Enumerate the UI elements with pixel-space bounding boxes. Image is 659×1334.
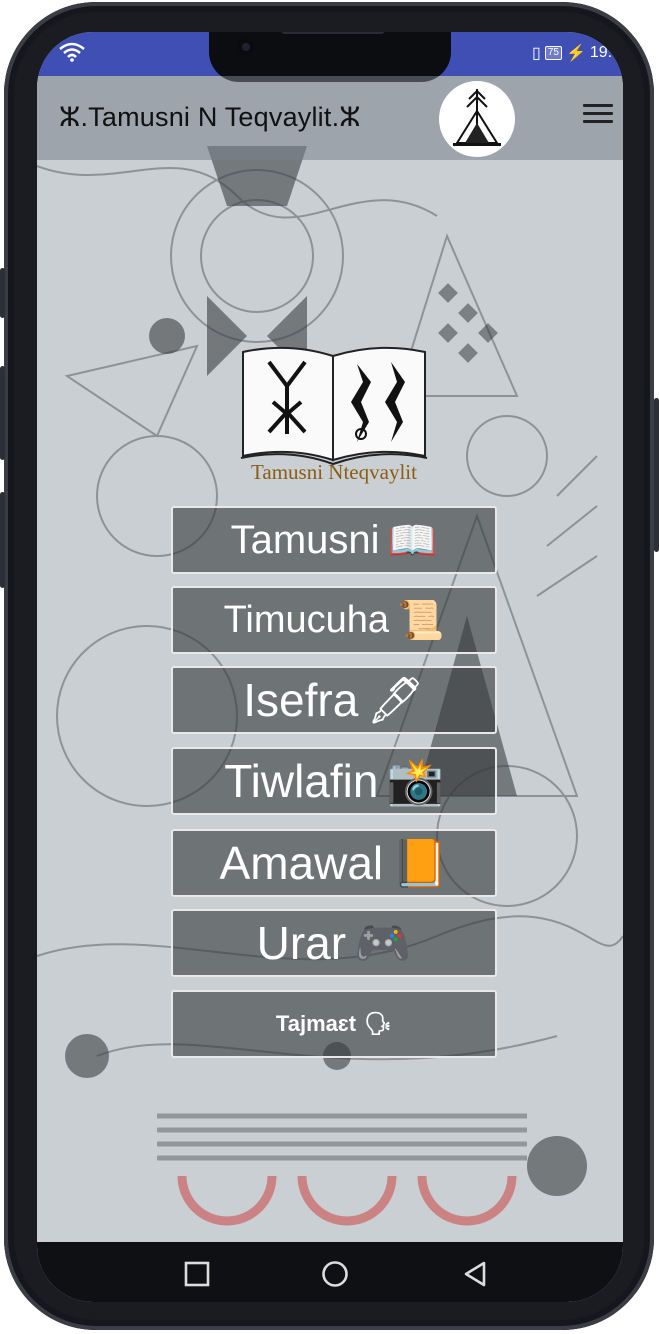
battery-level: 75 [547,47,559,58]
menu-button-label: Tamusni [230,517,380,562]
menu-button-tajmaet[interactable]: Tajmaɛt 🗣 [171,990,497,1058]
volume-up-button [0,268,5,318]
menu-button-label: Amawal [219,837,384,889]
volume-down-button [0,366,5,460]
wifi-icon [59,42,85,62]
circle-home-icon[interactable] [321,1260,349,1288]
triangle-back-icon[interactable] [461,1260,489,1288]
side-button [0,492,5,588]
hero-caption: Tamusni Nteqvaylit [251,460,417,484]
menu-button-timucuha[interactable]: Timucuha 📜 [171,586,497,654]
menu-button-amawal[interactable]: Amawal 📙 [171,829,497,897]
menu-button-label: Timucuha [223,598,390,641]
screen: ▯ 75 ⚡ 19:0 ⵣ.Tamusni N Teqvaylit.ⵣ Tamu… [37,32,623,1302]
background-artwork [37,76,623,1242]
app-bar: ⵣ.Tamusni N Teqvaylit.ⵣ [37,76,623,160]
status-indicators: ▯ 75 ⚡ 19:0 [532,43,621,63]
menu-button-label: Isefra [243,674,359,726]
game-controller-icon: 🎮 [354,915,412,970]
fountain-pen-icon: 🖋 [366,672,425,727]
navigation-bar [37,1242,623,1302]
camera-flash-icon: 📸 [386,753,444,808]
battery-icon: 75 [544,46,562,60]
orange-book-icon: 📙 [391,835,449,890]
front-camera [237,38,255,56]
speaking-head-icon: 🗣 [364,1011,393,1037]
scroll-icon: 📜 [397,597,445,642]
clock: 19:0 [589,44,621,61]
hamburger-menu-icon[interactable] [583,104,613,132]
app-title: ⵣ.Tamusni N Teqvaylit.ⵣ [59,102,361,132]
earpiece [281,32,385,34]
menu-button-isefra[interactable]: Isefra 🖋 [171,666,497,734]
menu-button-urar[interactable]: Urar 🎮 [171,909,497,977]
menu-button-tamusni[interactable]: Tamusni 📖 [171,506,497,574]
vibrate-icon: ▯ [532,45,541,62]
menu-button-label: Urar [256,917,347,969]
menu-button-tiwlafin[interactable]: Tiwlafin 📸 [171,747,497,815]
open-book-icon: 📖 [387,517,438,564]
menu-button-label: Tajmaɛt [275,1011,357,1036]
square-recents-icon[interactable] [183,1260,211,1288]
charging-icon: ⚡ [565,45,586,62]
power-button [654,398,659,552]
kabyle-emblem-icon[interactable] [439,81,515,157]
menu-button-label: Tiwlafin [224,755,379,807]
camera-notch [209,32,451,82]
